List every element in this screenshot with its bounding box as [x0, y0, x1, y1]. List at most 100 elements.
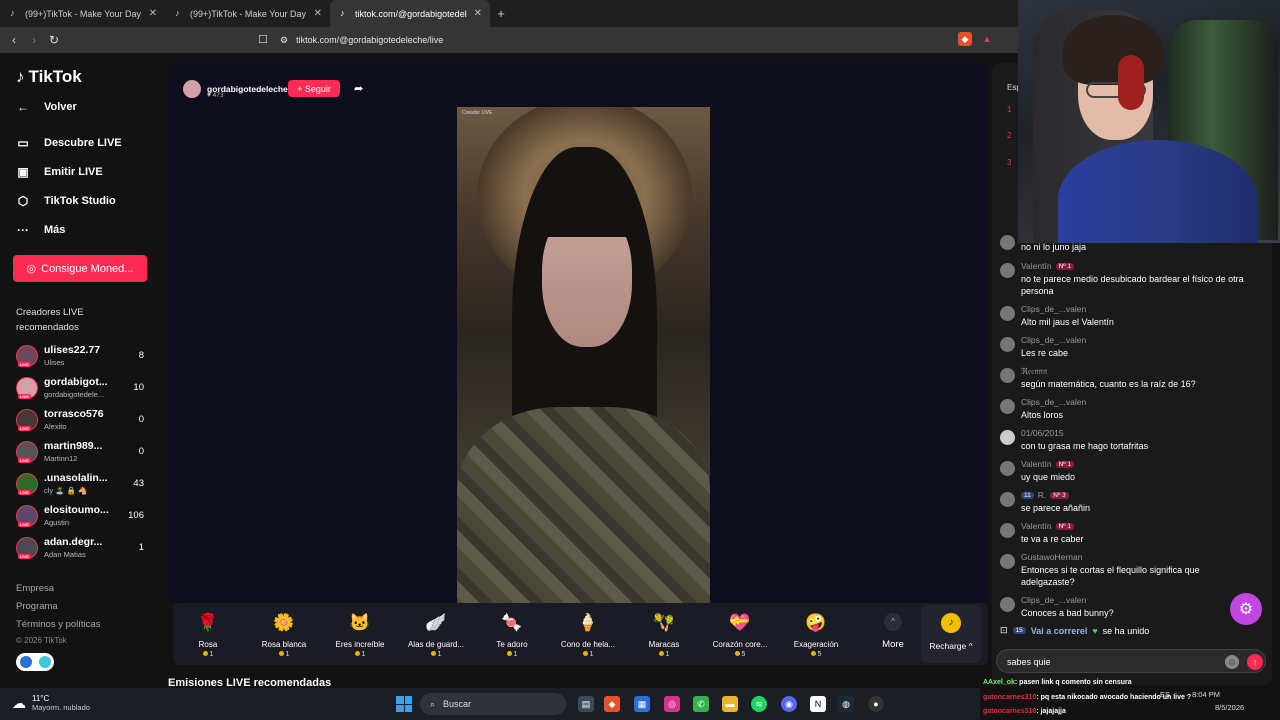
gift-item[interactable]: 🤪 Exageración 5 — [781, 611, 851, 658]
live-badge: LIVE — [18, 426, 31, 431]
wings-icon: 🪽 — [425, 613, 447, 632]
system-tray[interactable]: ES 8:04 PM 8/5/2026 — [1160, 690, 1244, 712]
search-icon: ⌕ — [430, 698, 436, 709]
instagram-icon[interactable]: ◎ — [664, 696, 680, 712]
footer-link[interactable]: Términos y políticas — [16, 619, 100, 630]
door-icon: ⊡ — [1000, 625, 1008, 635]
share-icon[interactable]: ➦ — [354, 82, 363, 95]
rank-badge: Nº 1 — [1055, 523, 1075, 530]
windows-start-icon[interactable] — [396, 696, 412, 712]
creator-item[interactable]: LIVE .unasolalin... cly 🏝️ 🔒 🐴 43 — [16, 471, 146, 499]
back-link[interactable]: ← Volver — [16, 100, 77, 114]
gift-item[interactable]: 💝 Corazón core... 5 — [705, 611, 775, 658]
viewer-count: 43 — [133, 478, 144, 489]
nav-more[interactable]: ··· Más — [16, 223, 65, 237]
nav-go-live[interactable]: ▣ Emitir LIVE — [16, 165, 102, 179]
bookmark-icon[interactable]: ☐ — [258, 33, 268, 46]
notion-icon[interactable]: N — [810, 696, 826, 712]
live-badge: LIVE — [18, 554, 31, 559]
download-icon[interactable] — [19, 656, 32, 668]
live-badge: LIVE — [18, 458, 31, 463]
whatsapp-icon[interactable]: ✆ — [693, 696, 709, 712]
new-tab-button[interactable]: + — [490, 0, 512, 27]
rank-badge: Nº 3 — [1050, 492, 1069, 499]
settings-gear-icon[interactable]: ⚙ — [1230, 593, 1262, 625]
creator-item[interactable]: LIVE gordabigot... gordabigotedele... 10 — [16, 375, 146, 403]
live-video[interactable]: Creador LIVE gordabigotedeleche — [457, 107, 710, 612]
chat-input-value[interactable]: sabes quie — [1007, 657, 1051, 667]
spotify-icon[interactable]: ≋ — [751, 696, 767, 712]
live-player: gordabigotedeleche ♥ 473 + Seguir ➦ Crea… — [168, 63, 988, 612]
webcam-overlay — [1018, 0, 1280, 243]
discord-icon[interactable]: ◉ — [781, 696, 797, 712]
live-badge: LIVE — [18, 394, 31, 399]
nav-tiktok-studio[interactable]: ⬡ TikTok Studio — [16, 194, 116, 208]
gift-item[interactable]: 🐱 Eres increíble 1 — [325, 611, 395, 658]
host-info[interactable]: gordabigotedeleche ♥ 473 — [183, 80, 288, 99]
creator-item[interactable]: LIVE martin989... Martinn12 0 — [16, 439, 146, 467]
avatar — [1000, 368, 1015, 383]
viewer-count: 8 — [138, 350, 144, 361]
forward-icon[interactable]: › — [24, 33, 44, 47]
follow-button[interactable]: + Seguir — [288, 80, 340, 97]
close-icon[interactable]: ✕ — [474, 8, 482, 19]
obs-icon[interactable]: ● — [868, 696, 884, 712]
avatar — [1000, 399, 1015, 414]
rewards-icon[interactable]: ▲ — [980, 32, 994, 46]
nav-discover-live[interactable]: ▭ Descubre LIVE — [16, 136, 121, 150]
creator-sub: Martinn12 — [44, 454, 78, 463]
section-title: Creadores LIVE recomendados — [16, 307, 84, 333]
reload-icon[interactable]: ↻ — [44, 33, 64, 47]
folder-icon[interactable]: ▬ — [722, 696, 738, 712]
chat-input[interactable]: sabes quie ☺ ↑ — [996, 649, 1266, 673]
back-icon[interactable]: ‹ — [4, 33, 24, 47]
app-links[interactable] — [16, 653, 54, 671]
creator-item[interactable]: LIVE adan.degr... Adan Matias 1 — [16, 535, 146, 563]
creator-tag: Creador LIVE — [462, 110, 493, 116]
browser-tab[interactable]: ♪ (99+)TikTok - Make Your Day ✕ — [165, 0, 330, 27]
video-frame — [537, 192, 637, 237]
close-icon[interactable]: ✕ — [314, 8, 322, 19]
level-badge: 11 — [1021, 492, 1034, 499]
footer-link[interactable]: Programa — [16, 601, 58, 612]
gift-item[interactable]: 🪽 Alas de guard... 1 — [401, 611, 471, 658]
qr-icon[interactable] — [38, 656, 51, 668]
viewer-count: 10 — [133, 382, 144, 393]
browser-tab-active[interactable]: ♪ tiktok.com/@gordabigotedel ✕ — [330, 0, 490, 27]
video-frame — [457, 407, 710, 612]
task-view-icon[interactable]: ▤ — [578, 696, 594, 712]
store-icon[interactable]: ▦ — [634, 696, 650, 712]
creator-item[interactable]: LIVE elositoumo... Agustin 106 — [16, 503, 146, 531]
emoji-icon[interactable]: ☺ — [1225, 655, 1239, 669]
gift-item[interactable]: 🌹 Rosa 1 — [173, 611, 243, 658]
broadcast-icon: ▣ — [17, 165, 29, 179]
taskbar-search[interactable]: ⌕ Buscar — [420, 693, 566, 715]
gift-item[interactable]: 🍬 Te adoro 1 — [477, 611, 547, 658]
tiktok-logo[interactable]: ♪ TikTok — [16, 67, 82, 87]
browser-tab[interactable]: ♪ (99+)TikTok - Make Your Day ✕ — [0, 0, 165, 27]
creator-item[interactable]: LIVE torrasco576 Alexito 0 — [16, 407, 146, 435]
avatar[interactable] — [183, 80, 201, 98]
rank-number: 2 — [1007, 131, 1012, 140]
steam-icon[interactable]: ◍ — [838, 696, 854, 712]
recharge-button[interactable]: ♪ Recharge ^ — [921, 605, 981, 663]
taskbar: ☁ 11°C Mayorm. nublado ⌕ Buscar ▤ ◆ ▦ ◎ ✆ … — [0, 688, 980, 720]
send-icon[interactable]: ↑ — [1247, 654, 1263, 670]
creator-name: elositoumo... — [44, 504, 109, 516]
gift-item[interactable]: 🪇 Maracas 1 — [629, 611, 699, 658]
gift-item[interactable]: 🌼 Rosa blanca 1 — [249, 611, 319, 658]
more-gifts-button[interactable]: ^ More — [875, 613, 911, 650]
site-info-icon[interactable]: ⚙ — [280, 35, 288, 46]
avatar — [1000, 492, 1015, 507]
creator-item[interactable]: LIVE ulises22.77 Ulises 8 — [16, 343, 146, 371]
url-field[interactable]: ⚙ tiktok.com/@gordabigotedeleche/live — [280, 31, 1010, 49]
brave-icon[interactable]: ◆ — [604, 696, 620, 712]
brave-shield-icon[interactable]: ◆ — [958, 32, 972, 46]
tiktok-icon: ♪ — [340, 8, 345, 18]
weather-widget[interactable]: ☁ 11°C Mayorm. nublado — [12, 694, 90, 712]
avatar — [1000, 430, 1015, 445]
close-icon[interactable]: ✕ — [149, 8, 157, 19]
gift-item[interactable]: 🍦 Cono de hela... 1 — [553, 611, 623, 658]
get-coins-button[interactable]: ◎ Consigue Moned... — [13, 255, 147, 282]
footer-link[interactable]: Empresa — [16, 583, 54, 594]
